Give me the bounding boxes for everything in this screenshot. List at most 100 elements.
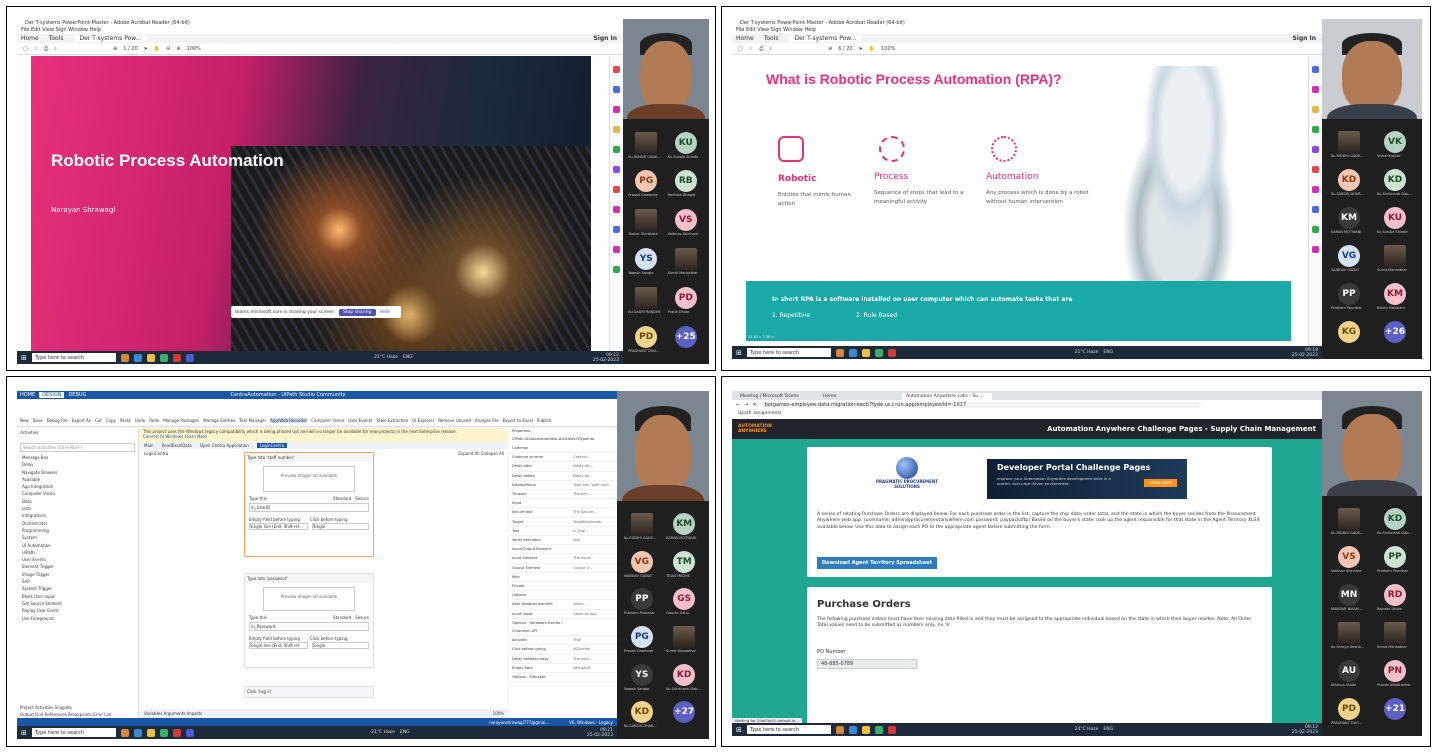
tree-item[interactable]: System Trigger <box>22 585 138 592</box>
type-this-field[interactable]: in_Password <box>249 622 369 631</box>
participant-photo-avatar[interactable] <box>630 513 653 536</box>
tool-icon[interactable] <box>1312 146 1319 153</box>
tab-home[interactable]: Home <box>736 35 754 42</box>
property-value[interactable]: Output e... <box>573 564 614 572</box>
learn-more-button[interactable]: LEARN MORE <box>1143 479 1177 487</box>
app-icon[interactable] <box>185 353 194 362</box>
star-icon[interactable]: ☆ <box>34 46 38 52</box>
tree-item[interactable]: Computer Vision <box>22 490 138 497</box>
new-button[interactable]: New <box>20 418 29 423</box>
property-value[interactable]: Delay be... <box>573 472 614 480</box>
app-icon[interactable] <box>146 353 155 362</box>
participant-avatar[interactable]: KU <box>674 131 697 154</box>
hand-icon[interactable]: ✋ <box>154 46 160 52</box>
participant-avatar[interactable]: PG <box>630 626 653 649</box>
property-value[interactable]: in_Use... <box>573 527 614 535</box>
cursor-icon[interactable]: ➤ <box>144 46 148 52</box>
print-icon[interactable]: ⎙ <box>759 46 763 52</box>
activity-type-into-staff[interactable]: Type Into 'staff number' Preview image n… <box>244 452 374 557</box>
tree-item[interactable]: Lists <box>22 505 138 512</box>
app-icon[interactable] <box>146 728 155 737</box>
property-row[interactable]: Click before typing NClickMo <box>509 645 617 655</box>
windows-start-icon[interactable]: ⊞ <box>21 354 27 362</box>
property-row[interactable]: Private <box>509 582 617 592</box>
tab-tools[interactable]: Tools <box>764 35 779 42</box>
participant-avatar[interactable]: KM <box>1384 283 1406 306</box>
property-value[interactable] <box>573 499 614 507</box>
po-number-field[interactable]: 48-885-0789 <box>817 659 917 669</box>
participant-avatar[interactable]: VG <box>630 550 653 573</box>
manage-packages-button[interactable]: Manage Packages <box>163 418 199 423</box>
participant-avatar[interactable]: KM <box>673 513 696 536</box>
search-icon[interactable]: ⌕ <box>769 46 772 52</box>
participant-avatar[interactable]: KG <box>1338 321 1360 344</box>
click-before-select[interactable]: Single <box>311 523 369 530</box>
search-icon[interactable]: ⌕ <box>54 46 57 52</box>
app-icon[interactable] <box>848 725 857 734</box>
property-row[interactable]: Options - Simulate <box>509 673 617 683</box>
aa-logo[interactable]: AUTOMATION ANYWHERE <box>738 424 772 434</box>
tool-icon[interactable] <box>613 126 620 133</box>
activity-type-into-password[interactable]: Type Into 'password' Preview image not a… <box>244 573 374 668</box>
tree-item[interactable]: Available <box>22 476 138 483</box>
computer-vision-button[interactable]: Computer Vision <box>311 418 344 423</box>
participant-photo-avatar[interactable] <box>1384 245 1406 268</box>
tree-item[interactable]: Orchestrator <box>22 520 138 527</box>
property-value[interactable]: The input... <box>573 554 614 562</box>
lang[interactable]: ENG <box>1103 727 1113 732</box>
participant-avatar[interactable]: PN <box>1384 660 1406 683</box>
tool-icon[interactable] <box>1312 226 1319 233</box>
type-this-field[interactable]: in_UserID <box>249 503 369 512</box>
participant-avatar[interactable]: KD <box>1338 169 1360 192</box>
empty-field-select[interactable]: Single line (End, Shift+H <box>249 642 308 649</box>
participant-avatar[interactable]: PD <box>635 325 658 348</box>
analyze-file-button[interactable]: Analyze File <box>475 418 499 423</box>
app-icon[interactable] <box>874 725 883 734</box>
tool-icon[interactable] <box>1312 66 1319 73</box>
tree-item[interactable]: Image Trigger <box>22 571 138 578</box>
user-status[interactable]: narayanshrawagi777@gmai... <box>489 720 549 725</box>
participant-avatar[interactable]: KU <box>1384 207 1406 230</box>
participant-avatar[interactable]: PP <box>1384 546 1406 569</box>
participant-avatar[interactable]: TM <box>673 550 696 573</box>
property-value[interactable] <box>573 619 614 635</box>
participant-avatar[interactable]: GS <box>673 588 696 611</box>
property-row[interactable]: Activate True <box>509 636 617 646</box>
menu-bar[interactable]: File Edit View Sign Window Help <box>21 27 623 33</box>
property-value[interactable]: Null <box>573 536 614 544</box>
windows-start-icon[interactable]: ⊞ <box>736 349 742 357</box>
property-value[interactable]: Same as App <box>573 610 614 618</box>
url-field[interactable]: botgames-employee-data-migration-eecb7fy… <box>760 402 1201 408</box>
property-value[interactable]: The tim... <box>573 490 614 498</box>
secure-radio[interactable]: Secure <box>355 615 369 620</box>
app-icon[interactable] <box>133 353 142 362</box>
weather[interactable]: 24°C Haze <box>1075 727 1099 732</box>
tree-item[interactable]: Message Box <box>22 454 138 461</box>
app-icon[interactable] <box>185 728 194 737</box>
tool-icon[interactable] <box>613 266 620 273</box>
participant-avatar[interactable]: RD <box>1384 584 1406 607</box>
participant-avatar[interactable]: VG <box>1338 245 1360 268</box>
tree-item[interactable]: User Events <box>22 556 138 563</box>
output-tabs[interactable]: Output Find References Breakpoints Error… <box>20 712 111 717</box>
app-icon[interactable] <box>172 353 181 362</box>
zoom-level[interactable]: 100% <box>187 46 201 52</box>
app-icon[interactable] <box>159 353 168 362</box>
tree-item[interactable]: Get Source Element <box>22 600 138 607</box>
participant-avatar[interactable]: PD <box>1338 698 1360 721</box>
save-button[interactable]: Save <box>33 418 43 423</box>
participant-avatar[interactable]: VK <box>1384 131 1406 154</box>
zoom-level[interactable]: 100% <box>493 711 504 716</box>
tree-item[interactable]: Element Trigger <box>22 563 138 570</box>
property-value[interactable] <box>573 545 614 553</box>
taskbar-search-input[interactable]: Type here to search <box>31 353 116 362</box>
tab-design[interactable]: DESIGN <box>39 392 65 398</box>
text-manager-button[interactable]: Text Manager <box>239 418 266 423</box>
tool-icon[interactable] <box>613 66 620 73</box>
property-value[interactable]: Type Into 'staff num <box>573 481 614 489</box>
lang[interactable]: ENG <box>400 730 410 735</box>
tool-icon[interactable] <box>1312 106 1319 113</box>
debug-button[interactable]: Debug File <box>47 418 68 423</box>
property-row[interactable]: Options <box>509 591 617 601</box>
participant-photo-avatar[interactable] <box>1338 622 1360 645</box>
